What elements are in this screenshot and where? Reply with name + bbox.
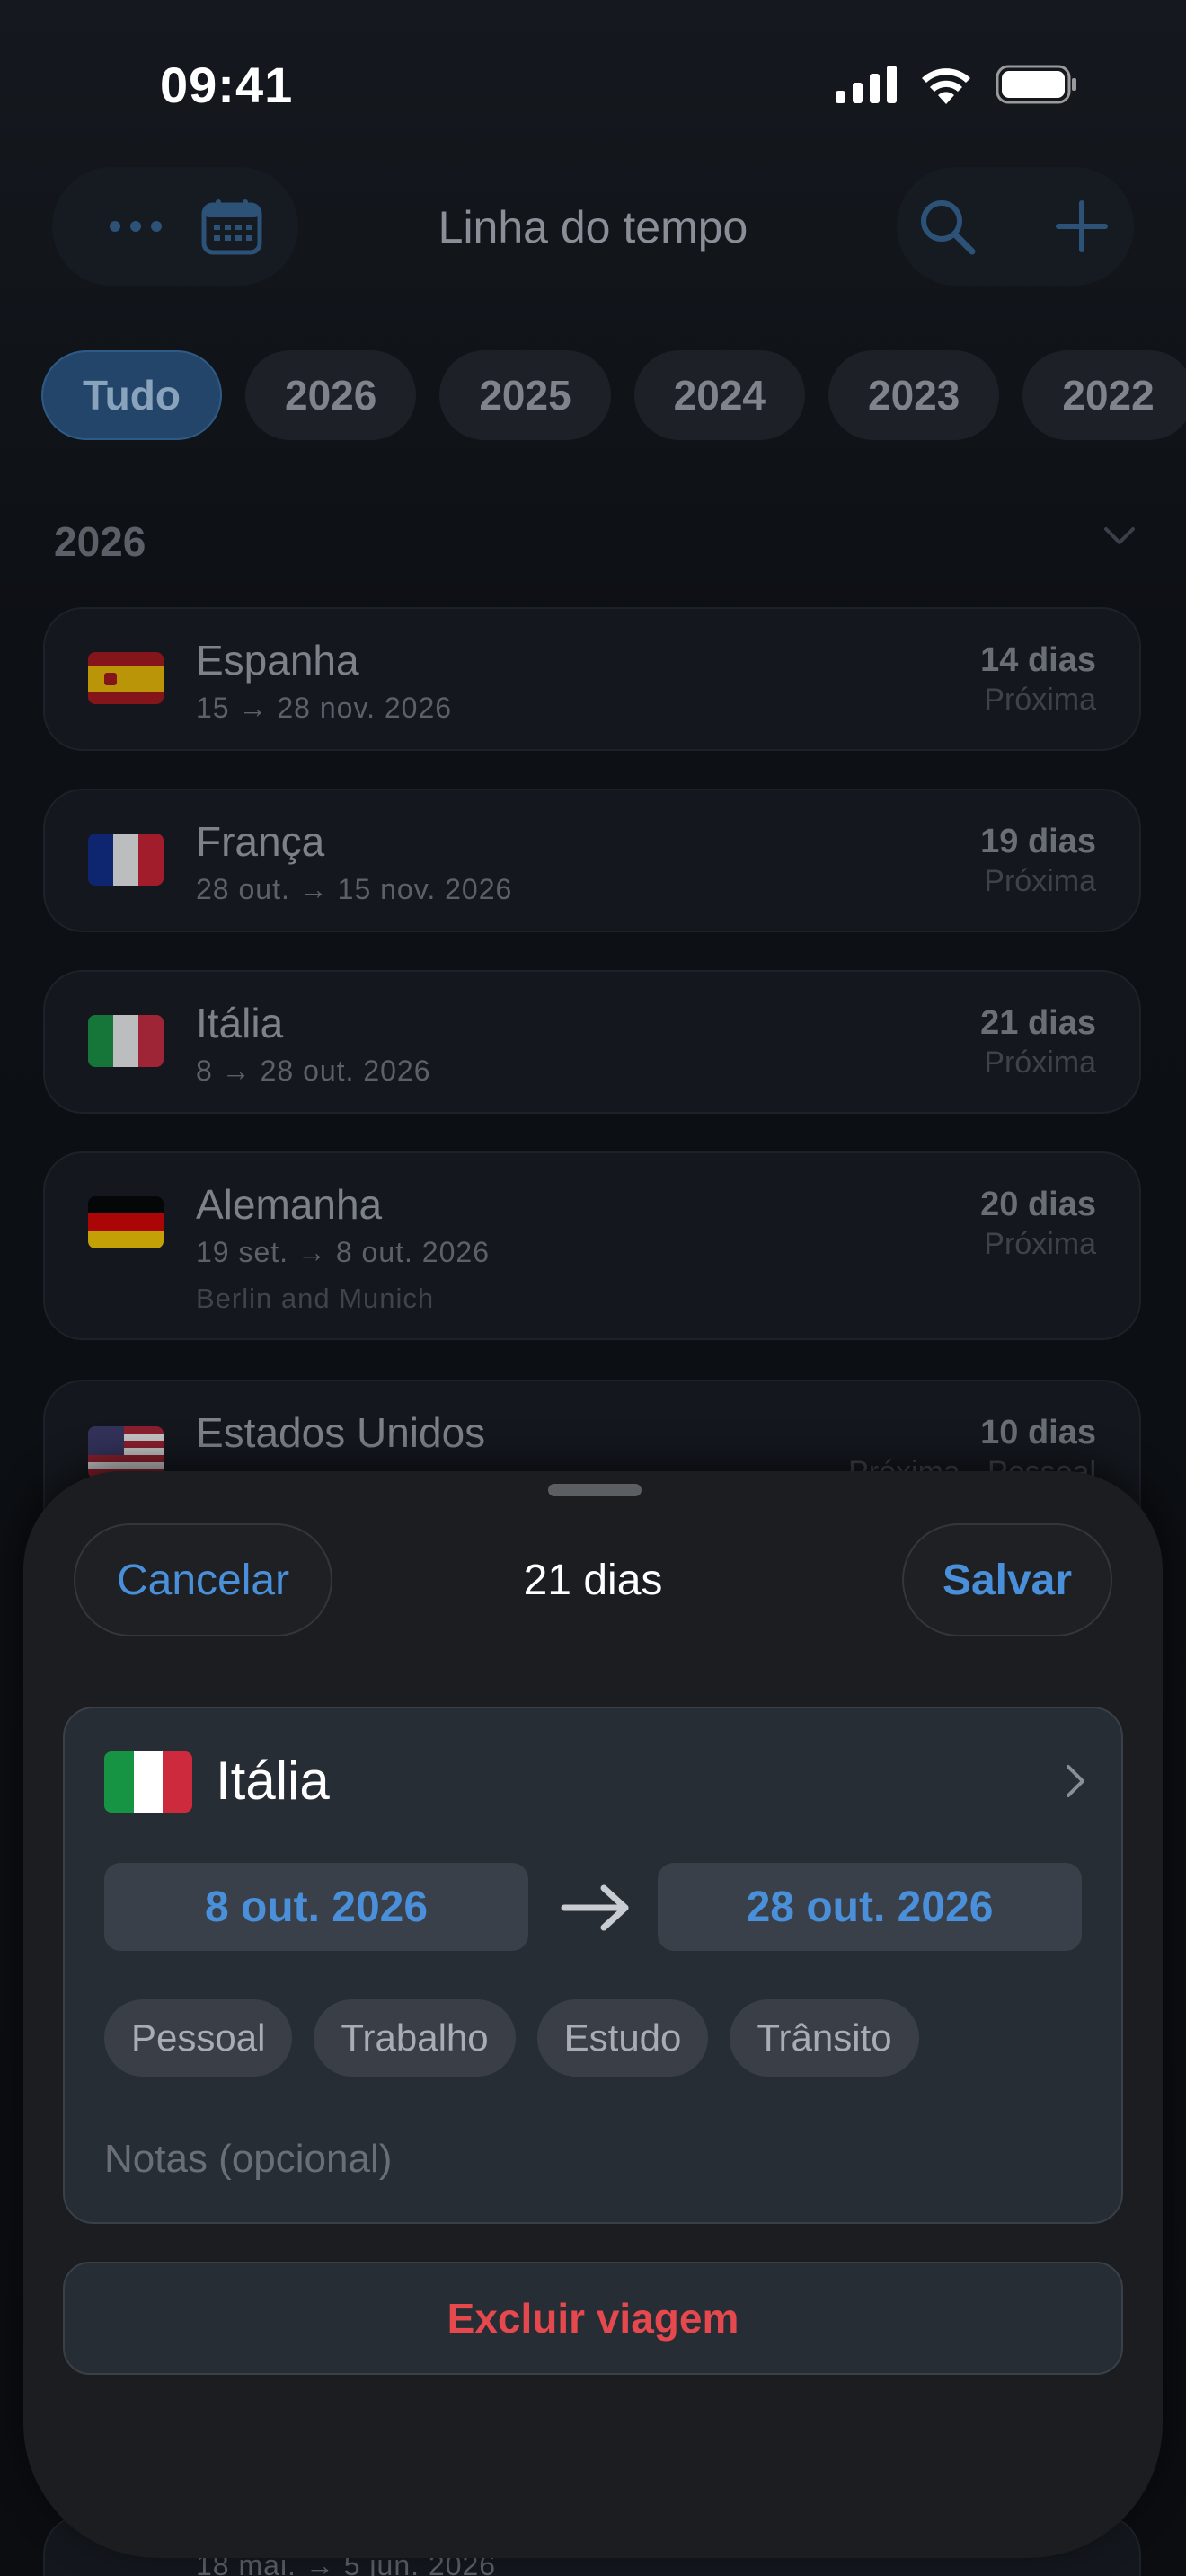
trip-edit-card: Itália 8 out. 2026 28 out. 2026 Pessoal … — [63, 1707, 1123, 2224]
trip-status: Próxima — [984, 683, 1096, 717]
trip-dates: 15 → 28 nov. 2026 — [196, 692, 453, 724]
status-bar: 09:41 — [0, 0, 1186, 171]
trip-country: Estados Unidos — [196, 1409, 486, 1456]
sheet-grabber[interactable] — [548, 1484, 642, 1496]
italy-flag-icon — [88, 1015, 164, 1067]
trip-dates: 8 → 28 out. 2026 — [196, 1054, 431, 1087]
chevron-down-icon[interactable] — [1103, 526, 1136, 551]
battery-icon — [996, 65, 1076, 104]
trip-days: 20 dias — [980, 1186, 1096, 1223]
chip-2023[interactable]: 2023 — [828, 350, 1000, 440]
top-navigation: Linha do tempo — [0, 167, 1186, 287]
right-actions-pill — [897, 167, 1134, 286]
trip-row-italy[interactable]: Itália 8 → 28 out. 2026 21 dias Próxima — [43, 970, 1141, 1114]
wifi-icon — [922, 68, 970, 104]
trip-country: Espanha — [196, 637, 359, 684]
germany-flag-icon — [88, 1196, 164, 1248]
plus-icon[interactable] — [1055, 199, 1109, 258]
trip-days: 21 dias — [980, 1004, 1096, 1042]
france-flag-icon — [88, 834, 164, 886]
end-date-button[interactable]: 28 out. 2026 — [658, 1863, 1082, 1951]
trip-days: 14 dias — [980, 641, 1096, 679]
country-selector[interactable]: Itália — [216, 1750, 330, 1812]
trip-days: 10 dias — [980, 1414, 1096, 1451]
notes-input[interactable] — [104, 2130, 1084, 2188]
chevron-right-icon[interactable] — [1066, 1764, 1085, 1803]
trip-days: 19 dias — [980, 823, 1096, 860]
signal-icon — [836, 66, 897, 103]
trip-dates: 28 out. → 15 nov. 2026 — [196, 873, 513, 905]
section-year-header: 2026 — [54, 518, 146, 565]
trip-row-france[interactable]: França 28 out. → 15 nov. 2026 19 dias Pr… — [43, 789, 1141, 932]
trip-status: Próxima — [984, 1227, 1096, 1261]
arrow-right-icon — [561, 1884, 631, 1936]
tag-work[interactable]: Trabalho — [314, 1999, 516, 2077]
chip-2026[interactable]: 2026 — [244, 350, 417, 440]
status-icons — [836, 65, 1078, 104]
chip-2022[interactable]: 2022 — [1022, 350, 1186, 440]
trip-row-spain[interactable]: Espanha 15 → 28 nov. 2026 14 dias Próxim… — [43, 607, 1141, 751]
italy-flag-icon — [104, 1751, 192, 1813]
start-date-button[interactable]: 8 out. 2026 — [104, 1863, 528, 1951]
status-time: 09:41 — [160, 57, 294, 113]
save-button[interactable]: Salvar — [902, 1523, 1112, 1636]
chip-all[interactable]: Tudo — [41, 350, 222, 440]
trip-row-germany[interactable]: Alemanha 19 set. → 8 out. 2026 Berlin an… — [43, 1151, 1141, 1340]
edit-trip-sheet: Cancelar 21 dias Salvar Itália 8 out. 20… — [23, 1471, 1163, 2558]
chip-2024[interactable]: 2024 — [633, 350, 806, 440]
trip-country: Itália — [196, 1000, 284, 1046]
tag-transit[interactable]: Trânsito — [730, 1999, 919, 2077]
tag-study[interactable]: Estudo — [536, 1999, 709, 2077]
delete-trip-button[interactable]: Excluir viagem — [63, 2262, 1123, 2375]
chip-2025[interactable]: 2025 — [439, 350, 611, 440]
trip-note: Berlin and Munich — [196, 1283, 435, 1314]
search-icon[interactable] — [918, 198, 976, 260]
spain-flag-icon — [88, 652, 164, 704]
trip-country: França — [196, 818, 325, 865]
trip-country: Alemanha — [196, 1181, 383, 1228]
trip-status: Próxima — [984, 1045, 1096, 1080]
trip-status: Próxima — [984, 864, 1096, 898]
year-filter-chips: Tudo 2026 2025 2024 2023 2022 — [41, 350, 1186, 440]
trip-dates: 19 set. → 8 out. 2026 — [196, 1236, 490, 1268]
trip-type-tags: Pessoal Trabalho Estudo Trânsito — [104, 1999, 919, 2077]
tag-personal[interactable]: Pessoal — [104, 1999, 293, 2077]
